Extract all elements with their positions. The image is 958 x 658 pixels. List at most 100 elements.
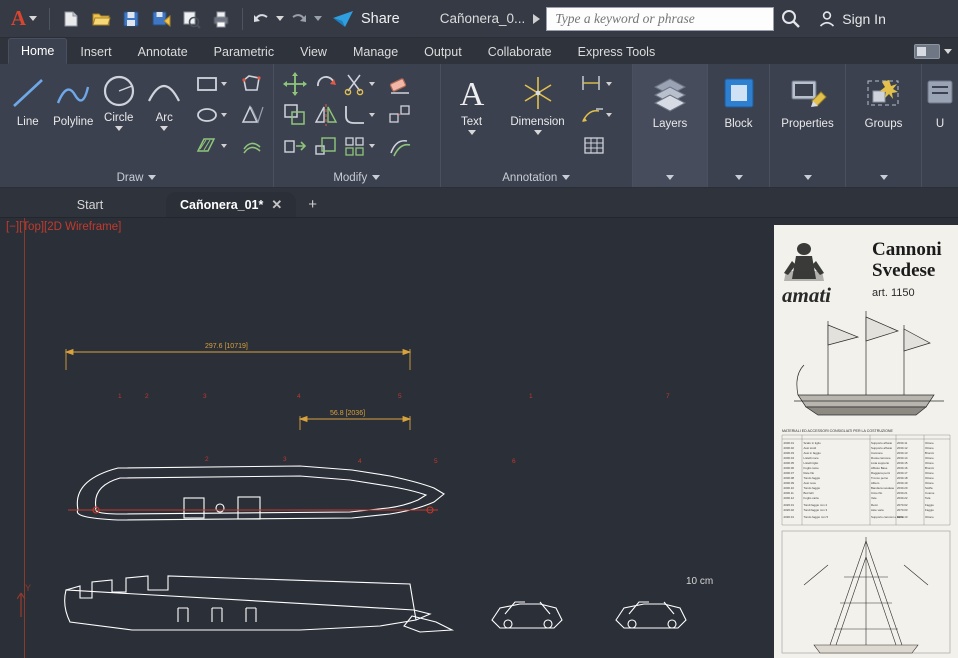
chevron-down-icon[interactable] — [605, 82, 612, 86]
sign-in-button[interactable]: Sign In — [818, 10, 886, 28]
undo-dropdown-icon[interactable] — [274, 5, 286, 33]
explode-button[interactable] — [385, 100, 415, 130]
mirror-small-button[interactable] — [237, 100, 267, 130]
block-button[interactable]: Block — [714, 69, 763, 130]
new-tab-button[interactable]: + — [296, 192, 329, 217]
trim-button[interactable] — [342, 69, 384, 99]
layers-button[interactable]: Layers — [639, 69, 701, 130]
tab-insert[interactable]: Insert — [67, 38, 124, 64]
multileader-button[interactable] — [579, 100, 621, 130]
chevron-down-icon[interactable] — [148, 175, 157, 180]
search-input[interactable] — [546, 6, 775, 31]
dimension-button[interactable]: Dimension — [499, 69, 577, 135]
tab-manage[interactable]: Manage — [340, 38, 411, 64]
groups-button[interactable]: Groups — [852, 69, 915, 130]
chevron-down-icon[interactable] — [562, 175, 571, 180]
chevron-down-icon[interactable] — [533, 130, 542, 135]
panel-title-annotation[interactable]: Annotation — [443, 168, 630, 187]
chevron-down-icon[interactable] — [369, 113, 375, 117]
chevron-down-icon[interactable] — [467, 130, 476, 135]
doc-tab-start-label: Start — [76, 197, 104, 212]
ellipse-button[interactable] — [194, 100, 236, 130]
close-icon[interactable]: ✕ — [271, 197, 282, 213]
arc-button[interactable]: Arc — [143, 69, 187, 131]
application-menu-button[interactable]: A — [6, 5, 42, 33]
gradient-button[interactable] — [237, 131, 267, 161]
copy-button[interactable] — [280, 100, 310, 130]
rotate-button[interactable] — [311, 69, 341, 99]
chevron-down-icon[interactable] — [221, 82, 227, 86]
hatch-button[interactable] — [194, 131, 236, 161]
svg-text:2000.07: 2000.07 — [784, 471, 795, 475]
chevron-down-icon[interactable] — [221, 144, 227, 148]
undo-icon[interactable] — [250, 5, 272, 33]
array-button[interactable] — [342, 131, 384, 161]
properties-icon — [791, 80, 827, 107]
tab-annotate[interactable]: Annotate — [125, 38, 201, 64]
tab-view[interactable]: View — [287, 38, 340, 64]
modify-tools — [280, 69, 415, 161]
panel-title-groups[interactable] — [848, 168, 919, 187]
save-icon[interactable] — [117, 5, 145, 33]
text-button[interactable]: A Text — [447, 69, 497, 135]
line-button[interactable]: Line — [6, 69, 50, 128]
tab-home[interactable]: Home — [8, 38, 68, 64]
offset-button[interactable] — [385, 131, 415, 161]
chevron-down-icon[interactable] — [372, 175, 381, 180]
save-as-icon[interactable] — [147, 5, 175, 33]
svg-text:Scafo in tiglio: Scafo in tiglio — [804, 441, 822, 445]
new-file-icon[interactable] — [57, 5, 85, 33]
fillet-button[interactable] — [342, 100, 384, 130]
tab-collaborate[interactable]: Collaborate — [475, 38, 565, 64]
mirror-button[interactable] — [311, 100, 341, 130]
svg-text:2030.14: 2030.14 — [897, 456, 908, 460]
panel-title-block[interactable] — [710, 168, 767, 187]
chevron-down-icon[interactable] — [160, 126, 169, 131]
search-icon[interactable] — [776, 5, 806, 33]
panel-title-properties[interactable] — [772, 168, 843, 187]
chevron-down-icon[interactable] — [114, 126, 123, 131]
ellipse-arc-icon — [241, 105, 264, 124]
search-field[interactable] — [553, 9, 768, 28]
panel-title-draw[interactable]: Draw — [2, 168, 271, 187]
erase-button[interactable] — [385, 69, 415, 99]
panel-title-modify[interactable]: Modify — [276, 168, 438, 187]
properties-button[interactable]: Properties — [776, 69, 839, 130]
tab-output[interactable]: Output — [411, 38, 475, 64]
search-expand-icon[interactable] — [533, 13, 541, 24]
polygon-button[interactable] — [237, 69, 267, 99]
reference-plan-image[interactable]: MATERIALI ED ACCESSORI CONSIGLIATI PER L… — [774, 225, 958, 658]
doc-tab-canonera[interactable]: Cañonera_01* ✕ — [166, 192, 297, 217]
chevron-down-icon[interactable] — [734, 175, 743, 180]
polyline-icon — [57, 86, 90, 104]
plot-preview-icon[interactable] — [177, 5, 205, 33]
share-button[interactable]: Share — [326, 9, 410, 29]
svg-text:Supporto affusto: Supporto affusto — [871, 441, 893, 445]
chevron-down-icon[interactable] — [666, 175, 674, 180]
panel-title-layers[interactable] — [635, 168, 705, 187]
polyline-button[interactable]: Polyline — [52, 69, 96, 128]
scale-button[interactable] — [311, 131, 341, 161]
chevron-down-icon[interactable] — [605, 113, 612, 117]
open-file-icon[interactable] — [87, 5, 115, 33]
ribbon-state-icon[interactable] — [914, 43, 940, 59]
stretch-button[interactable] — [280, 131, 310, 161]
chevron-down-icon[interactable] — [879, 175, 888, 180]
chevron-down-icon[interactable] — [803, 175, 812, 180]
plot-icon[interactable] — [207, 5, 235, 33]
move-button[interactable] — [280, 69, 310, 99]
circle-button[interactable]: Circle — [97, 69, 141, 131]
table-button[interactable] — [579, 131, 609, 161]
chevron-down-icon[interactable] — [944, 48, 952, 54]
chevron-down-icon[interactable] — [369, 144, 375, 148]
leader-button[interactable] — [579, 69, 621, 99]
tab-parametric[interactable]: Parametric — [201, 38, 287, 64]
rectangle-button[interactable] — [194, 69, 236, 99]
tab-express-tools[interactable]: Express Tools — [565, 38, 669, 64]
redo-icon[interactable] — [288, 5, 310, 33]
chevron-down-icon[interactable] — [369, 82, 375, 86]
chevron-down-icon[interactable] — [221, 113, 227, 117]
utilities-button[interactable]: U — [920, 69, 958, 130]
redo-dropdown-icon[interactable] — [312, 5, 324, 33]
doc-tab-start[interactable]: Start — [14, 192, 166, 217]
